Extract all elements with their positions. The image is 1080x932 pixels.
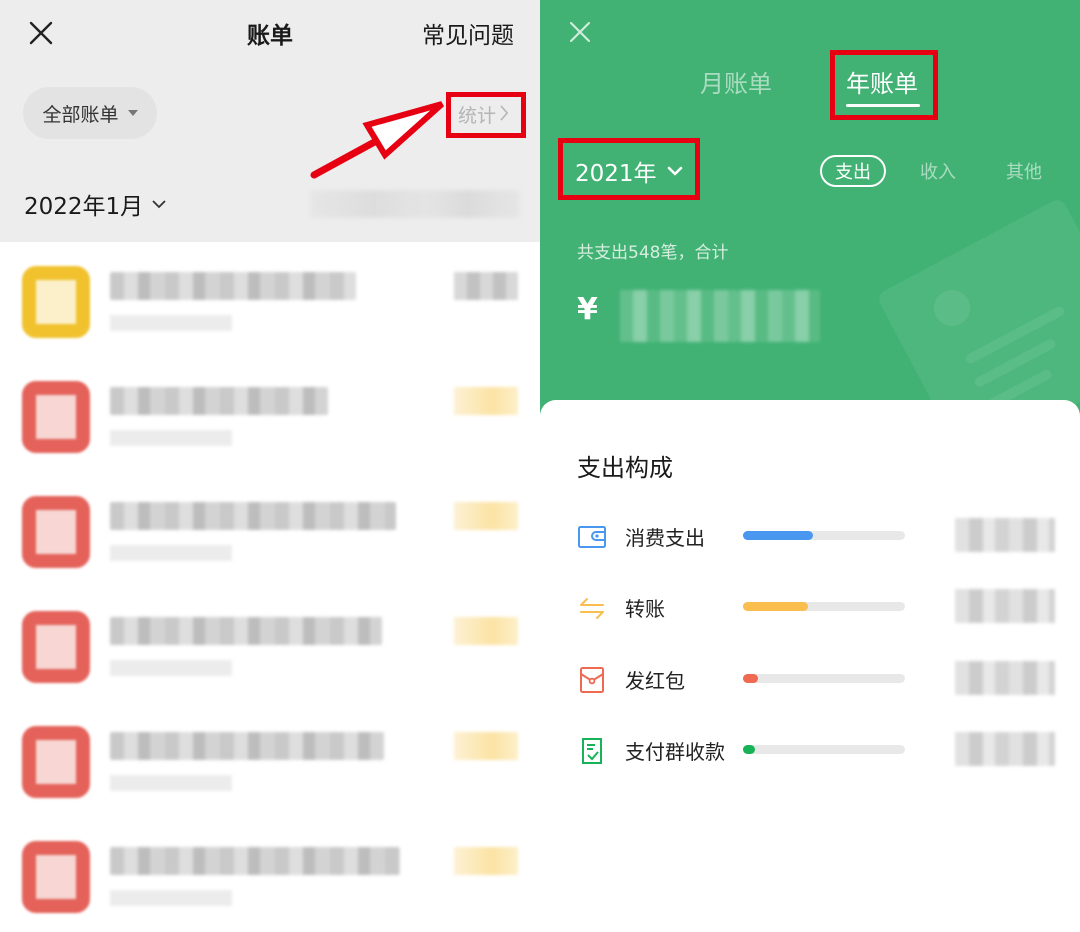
transaction-row[interactable] [0, 242, 540, 357]
breakdown-row-transfer[interactable]: 转账 [540, 587, 1080, 627]
breakdown-bar-fill [743, 674, 758, 683]
close-icon [569, 21, 591, 43]
filter-income[interactable]: 收入 [918, 155, 958, 187]
breakdown-label: 支付群收款 [625, 740, 725, 764]
breakdown-amount-redacted [955, 518, 1055, 552]
transaction-title-redacted [110, 732, 384, 760]
transaction-time-redacted [110, 660, 232, 676]
annotation-box-annual-tab [830, 50, 938, 120]
merchant-avatar [18, 492, 94, 572]
transaction-time-redacted [110, 890, 232, 906]
faq-link[interactable]: 常见问题 [422, 16, 514, 50]
chevron-down-icon [152, 200, 166, 209]
decorative-dot [934, 290, 970, 326]
transfer-arrows-icon [577, 593, 607, 623]
breakdown-bar-track [743, 531, 905, 540]
breakdown-title: 支出构成 [577, 454, 673, 482]
breakdown-bar-fill [743, 745, 755, 754]
breakdown-bar-fill [743, 531, 813, 540]
expense-breakdown-card: 支出构成 消费支出 转账 发红包 支付群收款 [540, 400, 1080, 932]
transaction-list [0, 242, 540, 932]
month-summary-redacted [310, 190, 520, 218]
breakdown-row-red-packet[interactable]: 发红包 [540, 659, 1080, 699]
merchant-avatar [18, 607, 94, 687]
merchant-avatar [18, 837, 94, 917]
bill-filter-label: 全部账单 [42, 103, 119, 126]
merchant-avatar [18, 262, 94, 342]
tab-monthly-bill[interactable]: 月账单 [700, 64, 772, 99]
total-amount-redacted [620, 290, 820, 342]
breakdown-bar-fill [743, 602, 808, 611]
merchant-avatar [18, 722, 94, 802]
transaction-title-redacted [110, 617, 382, 645]
breakdown-row-group-payment[interactable]: 支付群收款 [540, 730, 1080, 770]
annotation-box-year-selector [558, 138, 700, 200]
breakdown-amount-redacted [955, 589, 1055, 623]
red-envelope-icon [577, 665, 607, 695]
breakdown-bar-track [743, 745, 905, 754]
breakdown-amount-redacted [955, 661, 1055, 695]
annotation-arrow-icon [310, 101, 445, 179]
transaction-time-redacted [110, 775, 232, 791]
transaction-amount-redacted [454, 847, 518, 875]
filter-other[interactable]: 其他 [1004, 155, 1044, 187]
transaction-title-redacted [110, 847, 400, 875]
transaction-amount-redacted [454, 732, 518, 760]
transaction-time-redacted [110, 545, 232, 561]
currency-symbol: ¥ [577, 292, 598, 327]
breakdown-label: 发红包 [625, 669, 685, 693]
breakdown-amount-redacted [955, 732, 1055, 766]
group-payment-icon [577, 736, 607, 766]
bill-filter-dropdown[interactable]: 全部账单 [23, 87, 157, 139]
month-label: 2022年1月 [24, 194, 144, 220]
annual-summary-banner: 月账单 年账单 2021年 支出 收入 其他 共支出548笔，合计 ¥ [540, 0, 1080, 420]
transaction-title-redacted [110, 272, 356, 300]
transaction-amount-redacted [454, 617, 518, 645]
transaction-amount-redacted [454, 387, 518, 415]
transaction-row[interactable] [0, 587, 540, 702]
breakdown-bar-track [743, 674, 905, 683]
breakdown-row-consumption[interactable]: 消费支出 [540, 516, 1080, 556]
caret-down-icon [127, 110, 138, 116]
breakdown-label: 消费支出 [625, 526, 705, 550]
transaction-time-redacted [110, 430, 232, 446]
breakdown-bar-track [743, 602, 905, 611]
transaction-title-redacted [110, 387, 328, 415]
wallet-icon [577, 522, 607, 552]
transaction-amount-redacted [454, 502, 518, 530]
merchant-avatar [18, 377, 94, 457]
expense-summary: 共支出548笔，合计 [577, 243, 729, 263]
transaction-row[interactable] [0, 357, 540, 472]
transaction-row[interactable] [0, 817, 540, 932]
breakdown-label: 转账 [625, 597, 665, 621]
filter-expense[interactable]: 支出 [820, 155, 886, 187]
close-button[interactable] [568, 20, 592, 44]
transaction-row[interactable] [0, 472, 540, 587]
transaction-time-redacted [110, 315, 232, 331]
transaction-amount-redacted [454, 272, 518, 300]
transaction-title-redacted [110, 502, 396, 530]
transaction-row[interactable] [0, 702, 540, 817]
month-selector[interactable]: 2022年1月 [24, 187, 167, 221]
